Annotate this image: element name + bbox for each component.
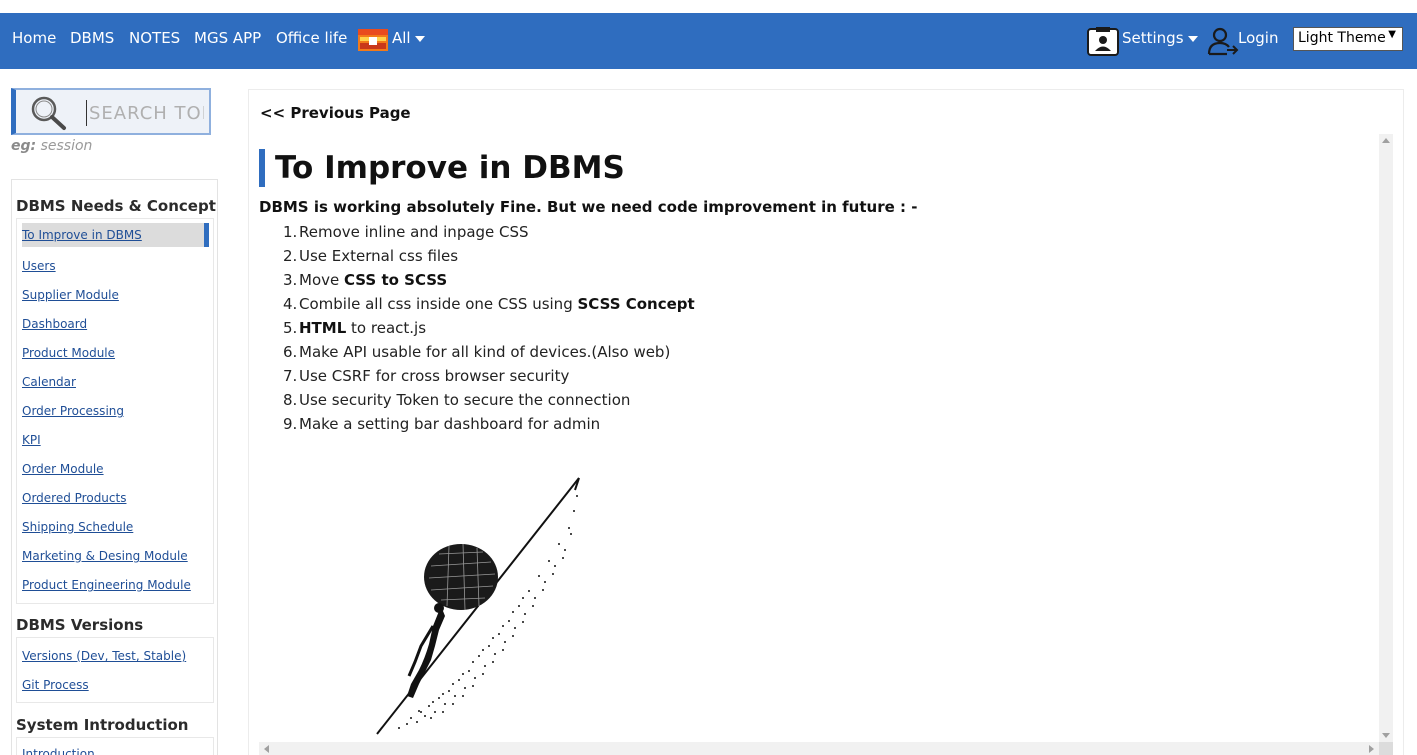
list-item-bold: HTML: [299, 319, 347, 337]
vertical-scrollbar[interactable]: [1379, 134, 1393, 742]
section-list-dbms-needs: To Improve in DBMS Users Supplier Module…: [16, 218, 214, 604]
sidebar-item-product-engineering-module[interactable]: Product Engineering Module: [22, 578, 191, 592]
list-item-text: Make a setting bar dashboard for admin: [299, 415, 601, 433]
list-item-text: Remove inline and inpage CSS: [299, 223, 529, 241]
sidebar: DBMS Needs & Concept To Improve in DBMS …: [11, 179, 218, 755]
list-item-post: to react.js: [346, 319, 427, 337]
nav-notes[interactable]: NOTES: [129, 29, 180, 47]
list-item: 1. Remove inline and inpage CSS: [283, 223, 529, 241]
top-navbar: Home DBMS NOTES MGS APP Office life All …: [0, 13, 1417, 69]
scrollbar-corner: [1379, 742, 1393, 755]
settings-id-card-icon[interactable]: [1087, 26, 1119, 56]
sidebar-item-order-processing[interactable]: Order Processing: [22, 404, 124, 418]
content-scroll-area[interactable]: To Improve in DBMS DBMS is working absol…: [259, 134, 1393, 755]
search-hint-prefix: eg:: [11, 138, 37, 154]
chevron-down-icon: [414, 35, 425, 42]
list-item-bold: CSS to SCSS: [344, 271, 448, 289]
list-item: 2. Use External css files: [283, 247, 459, 265]
section-title-system-introduction: System Introduction: [16, 716, 189, 734]
list-item-text: Use security Token to secure the connect…: [299, 391, 631, 409]
scroll-down-arrow-icon[interactable]: [1382, 733, 1390, 738]
list-item: 3. Move CSS to SCSS: [283, 271, 448, 289]
sidebar-item-calendar[interactable]: Calendar: [22, 375, 76, 389]
sidebar-item-kpi[interactable]: KPI: [22, 433, 41, 447]
search-box: [11, 88, 211, 135]
scroll-up-arrow-icon[interactable]: [1382, 138, 1390, 143]
nav-home[interactable]: Home: [12, 29, 56, 47]
scroll-right-arrow-icon[interactable]: [1369, 745, 1374, 753]
list-item-text: Combile all css inside one CSS using: [299, 295, 578, 313]
nav-all-label: All: [392, 29, 411, 47]
top-strip: [0, 0, 1417, 13]
list-item-bold: SCSS Concept: [577, 295, 695, 313]
sidebar-item-users[interactable]: Users: [22, 259, 56, 273]
list-item: 6. Make API usable for all kind of device…: [283, 343, 671, 361]
login-link[interactable]: Login: [1238, 29, 1278, 47]
sidebar-item-supplier-module[interactable]: Supplier Module: [22, 288, 119, 302]
previous-page-link[interactable]: << Previous Page: [260, 104, 411, 122]
sidebar-item-marketing-desing-module[interactable]: Marketing & Desing Module: [22, 549, 188, 563]
login-user-icon[interactable]: [1207, 26, 1239, 56]
dropdown-triangle-icon: ▼: [1388, 29, 1396, 40]
list-item: 9. Make a setting bar dashboard for admin: [283, 415, 601, 433]
sidebar-item-dashboard[interactable]: Dashboard: [22, 317, 87, 331]
list-item-text: Move: [299, 271, 344, 289]
settings-dropdown[interactable]: Settings: [1122, 29, 1198, 47]
horizontal-scrollbar[interactable]: [259, 742, 1379, 755]
sidebar-item-product-module[interactable]: Product Module: [22, 346, 115, 360]
nav-all-dropdown[interactable]: All: [392, 29, 425, 47]
nav-dbms[interactable]: DBMS: [70, 29, 114, 47]
settings-label: Settings: [1122, 29, 1184, 47]
list-item: 7. Use CSRF for cross browser security: [283, 367, 570, 385]
section-list-system-introduction: Introduction: [16, 737, 214, 755]
page-title: To Improve in DBMS: [259, 149, 625, 187]
sisyphus-boulder-illustration: [376, 477, 580, 735]
chevron-down-icon: [1187, 35, 1198, 42]
list-item: 4. Combile all css inside one CSS using S…: [283, 295, 695, 313]
section-list-dbms-versions: Versions (Dev, Test, Stable) Git Process: [16, 637, 214, 703]
search-hint: eg: session: [11, 138, 92, 154]
main-content: << Previous Page To Improve in DBMS DBMS…: [248, 89, 1404, 755]
search-input[interactable]: [86, 100, 204, 126]
search-icon: [31, 96, 66, 130]
sidebar-item-order-module[interactable]: Order Module: [22, 462, 104, 476]
section-title-dbms-needs: DBMS Needs & Concept: [16, 197, 216, 215]
search-hint-value: session: [40, 138, 93, 154]
sidebar-item-versions[interactable]: Versions (Dev, Test, Stable): [22, 649, 186, 663]
section-title-dbms-versions: DBMS Versions: [16, 616, 144, 634]
list-item: 5. HTML to react.js: [283, 319, 427, 337]
sidebar-item-to-improve-in-dbms[interactable]: To Improve in DBMS: [22, 223, 209, 247]
list-item-text: Use External css files: [299, 247, 459, 265]
list-item-text: Use CSRF for cross browser security: [299, 367, 570, 385]
scroll-left-arrow-icon[interactable]: [264, 745, 269, 753]
intro-text: DBMS is working absolutely Fine. But we …: [259, 198, 918, 216]
sidebar-item-git-process[interactable]: Git Process: [22, 678, 89, 692]
nav-office-life[interactable]: Office life: [276, 29, 347, 47]
list-item-text: Make API usable for all kind of devices.…: [299, 343, 671, 361]
sidebar-item-introduction[interactable]: Introduction: [22, 747, 95, 755]
nav-mgs-app[interactable]: MGS APP: [194, 29, 261, 47]
theme-select-value: Light Theme: [1298, 30, 1386, 46]
list-item: 8. Use security Token to secure the conne…: [283, 391, 631, 409]
sidebar-item-ordered-products[interactable]: Ordered Products: [22, 491, 126, 505]
theme-select[interactable]: Light Theme ▼: [1293, 27, 1403, 51]
all-menu-flag-icon[interactable]: [358, 29, 388, 51]
sidebar-item-shipping-schedule[interactable]: Shipping Schedule: [22, 520, 133, 534]
